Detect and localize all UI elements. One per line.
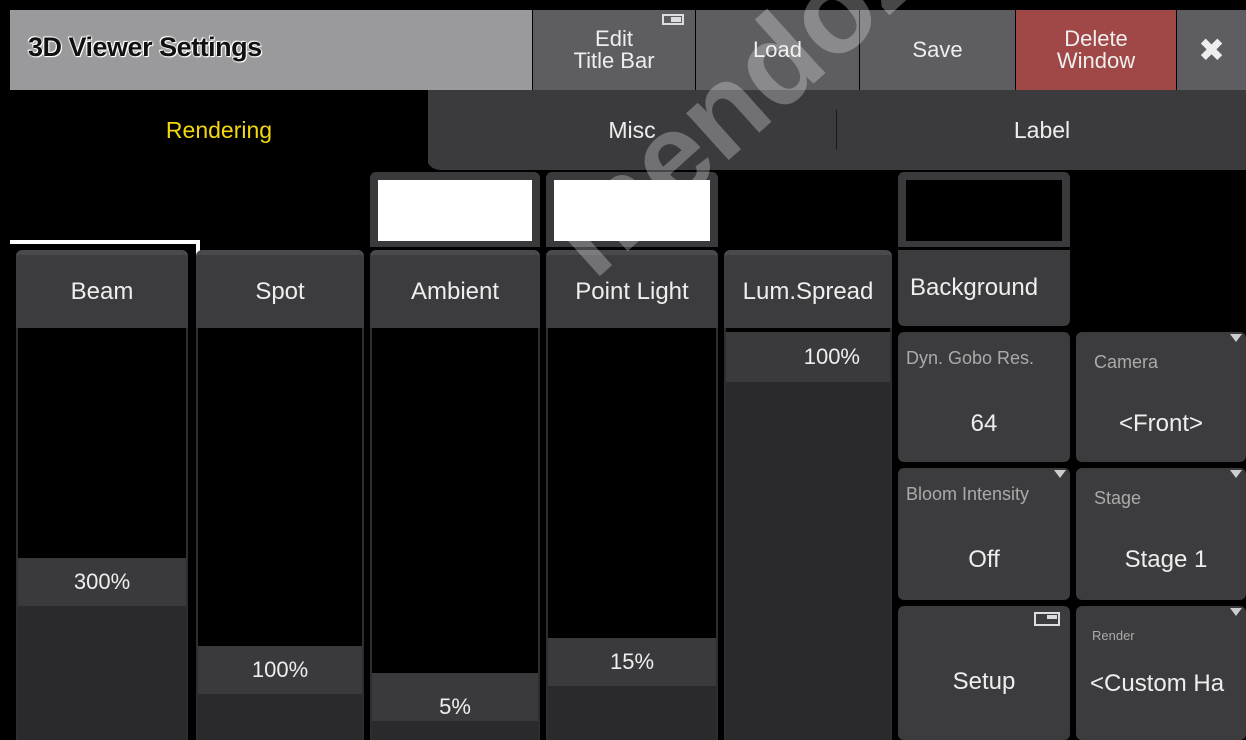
render-label: Render <box>1092 628 1135 643</box>
toggle-indicator-icon <box>1034 612 1060 626</box>
tab-label-label: Label <box>1013 116 1071 143</box>
tab-label[interactable]: Label <box>838 90 1246 170</box>
spot-fader-head[interactable]: Spot <box>196 250 364 328</box>
lum-spread-fader-head[interactable]: Lum.Spread <box>724 250 892 328</box>
toggle-indicator-icon <box>662 14 684 25</box>
spot-value: 100% <box>198 646 362 694</box>
ambient-label: Ambient <box>410 277 500 305</box>
lum-spread-fader-fill <box>726 332 890 740</box>
point-light-label: Point Light <box>575 277 689 305</box>
ambient-color-swatch[interactable] <box>370 172 540 247</box>
ambient-fader[interactable]: 5% <box>370 328 540 740</box>
stage-dropdown[interactable]: Stage Stage 1 <box>1076 468 1246 600</box>
tab-misc-label: Misc <box>608 116 656 143</box>
load-label: Load <box>753 37 802 62</box>
background-button[interactable]: Background <box>898 250 1070 326</box>
dyn-gobo-res-value: 64 <box>970 410 998 437</box>
ambient-fader-head[interactable]: Ambient <box>370 250 540 328</box>
spot-fader[interactable]: 100% <box>196 328 364 740</box>
render-value: <Custom Ha <box>1090 670 1225 697</box>
save-button[interactable]: Save <box>860 10 1015 90</box>
dropdown-arrow-icon <box>1230 608 1242 616</box>
camera-dropdown[interactable]: Camera <Front> <box>1076 332 1246 462</box>
bloom-intensity-dropdown[interactable]: Bloom Intensity Off <box>898 468 1070 600</box>
point-light-fader-head[interactable]: Point Light <box>546 250 718 328</box>
edit-title-bar-label: Edit Title Bar <box>573 26 655 73</box>
stage-label: Stage <box>1094 488 1142 508</box>
close-icon: ✖ <box>1198 32 1225 68</box>
window-title: 3D Viewer Settings <box>28 32 262 62</box>
dropdown-arrow-icon <box>1054 470 1066 478</box>
delete-window-label: Delete Window <box>1056 26 1136 73</box>
delete-window-button[interactable]: Delete Window <box>1016 10 1176 90</box>
tab-divider <box>836 110 837 150</box>
tab-rendering-label: Rendering <box>165 116 273 143</box>
lum-spread-label: Lum.Spread <box>742 277 874 305</box>
lum-spread-fader[interactable]: 100% <box>724 328 892 740</box>
tab-rendering[interactable]: Rendering <box>10 90 428 170</box>
camera-value: <Front> <box>1118 410 1204 437</box>
point-light-color-fill <box>554 180 710 241</box>
point-light-color-swatch[interactable] <box>546 172 718 247</box>
camera-label: Camera <box>1094 352 1159 372</box>
save-label: Save <box>912 37 963 62</box>
tab-misc[interactable]: Misc <box>428 90 836 170</box>
lum-spread-value: 100% <box>726 332 890 382</box>
background-color-fill <box>906 180 1062 241</box>
bloom-intensity-label: Bloom Intensity <box>906 484 1030 504</box>
point-light-fader[interactable]: 15% <box>546 328 718 740</box>
stage-value: Stage 1 <box>1124 546 1208 573</box>
setup-button[interactable]: Setup <box>898 606 1070 740</box>
dropdown-arrow-icon <box>1230 470 1242 478</box>
spot-label: Spot <box>255 277 305 305</box>
beam-selection-border <box>10 240 200 740</box>
edit-title-bar-button[interactable]: Edit Title Bar <box>533 10 695 90</box>
dropdown-arrow-icon <box>1230 334 1242 342</box>
dyn-gobo-res-button[interactable]: Dyn. Gobo Res. 64 <box>898 332 1070 462</box>
background-color-swatch[interactable] <box>898 172 1070 247</box>
background-label: Background <box>910 274 1039 301</box>
setup-label: Setup <box>952 668 1016 695</box>
dyn-gobo-res-label: Dyn. Gobo Res. <box>906 348 1035 368</box>
ambient-color-fill <box>378 180 532 241</box>
render-dropdown[interactable]: Render <Custom Ha <box>1076 606 1246 740</box>
load-button[interactable]: Load <box>696 10 859 90</box>
bloom-intensity-value: Off <box>968 546 1000 573</box>
point-light-value: 15% <box>548 638 716 686</box>
close-button[interactable]: ✖ <box>1177 10 1246 90</box>
ambient-value: 5% <box>372 673 538 721</box>
